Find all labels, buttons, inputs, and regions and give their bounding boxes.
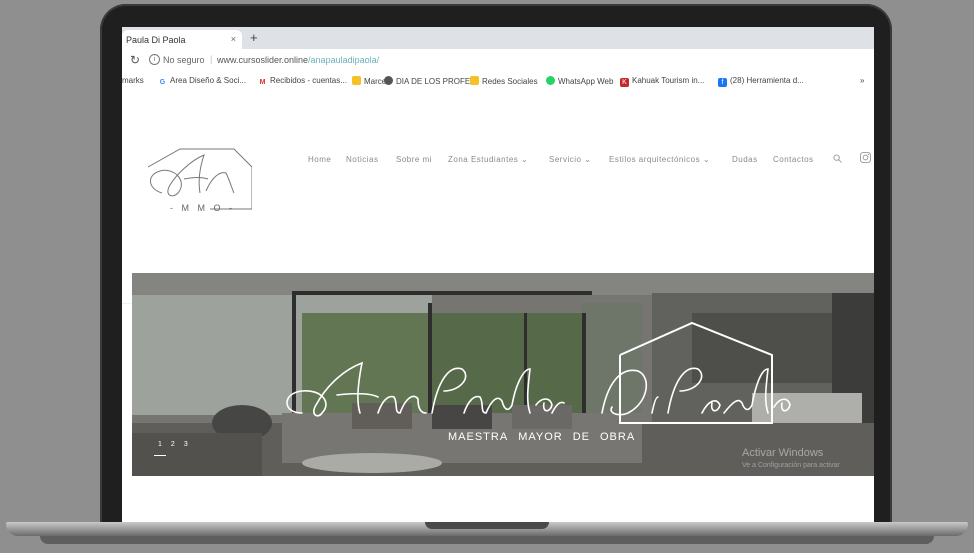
url-domain: www.cursoslider.online bbox=[217, 55, 309, 65]
nav-dudas[interactable]: Dudas bbox=[732, 155, 758, 164]
bookmark-item[interactable]: f (28) Herramienta d... bbox=[718, 76, 804, 87]
laptop-screen: Paula Di Paola × + ↻ i No seguro | www.c… bbox=[122, 27, 874, 522]
instagram-icon[interactable] bbox=[860, 152, 871, 163]
hero-subtitle-word: DE bbox=[572, 431, 590, 443]
site-header: - M M O - Home Noticias Sobre mi Zona Es… bbox=[122, 91, 874, 304]
whatsapp-icon bbox=[546, 76, 555, 85]
bookmark-item[interactable]: G Area Diseño & Soci... bbox=[158, 76, 246, 87]
folder-icon bbox=[352, 76, 361, 85]
tab-title: Paula Di Paola bbox=[126, 35, 186, 45]
hero-subtitle-word: MAESTRA bbox=[448, 431, 509, 443]
nav-contactos[interactable]: Contactos bbox=[773, 155, 814, 164]
info-icon[interactable]: i bbox=[149, 54, 160, 65]
hero-subtitle: MAESTRA MAYOR DE OBRA bbox=[448, 431, 645, 443]
bookmark-item[interactable]: K Kahuak Tourism in... bbox=[620, 76, 704, 87]
hero-subtitle-word: OBRA bbox=[600, 431, 636, 443]
laptop-shadow bbox=[40, 536, 934, 544]
nav-zona-estudiantes[interactable]: Zona Estudiantes ⌄ bbox=[448, 155, 528, 164]
slide-dot[interactable]: 2 bbox=[171, 441, 175, 448]
bookmark-item[interactable]: Marce bbox=[352, 76, 386, 86]
nav-estilos-arquitectonicos[interactable]: Estilos arquitectónicos ⌄ bbox=[609, 155, 710, 164]
laptop-notch bbox=[425, 522, 549, 529]
url-input[interactable]: www.cursoslider.online/anapauladipaola/ bbox=[217, 55, 379, 65]
gmail-icon: M bbox=[259, 79, 266, 86]
bookmark-item[interactable]: WhatsApp Web bbox=[546, 76, 613, 86]
bookmarks-bar: marks G Area Diseño & Soci... M Recibidos … bbox=[122, 71, 874, 92]
page-content-below bbox=[122, 476, 874, 522]
globe-icon bbox=[384, 76, 393, 85]
browser-tab[interactable]: Paula Di Paola × bbox=[122, 30, 242, 49]
hero-subtitle-word: MAYOR bbox=[518, 431, 563, 443]
bookmark-item[interactable]: M Recibidos - cuentas... bbox=[258, 76, 347, 87]
search-icon[interactable] bbox=[833, 154, 842, 163]
active-slide-indicator bbox=[154, 455, 166, 456]
bookmark-item[interactable]: Redes Sociales bbox=[470, 76, 538, 86]
new-tab-button[interactable]: + bbox=[250, 30, 258, 45]
nav-home[interactable]: Home bbox=[308, 155, 331, 164]
security-status[interactable]: No seguro bbox=[163, 55, 205, 65]
facebook-icon: f bbox=[718, 78, 727, 87]
kahuak-icon: K bbox=[620, 78, 629, 87]
windows-activation-watermark: Activar Windows bbox=[742, 447, 824, 459]
nav-sobre-mi[interactable]: Sobre mi bbox=[396, 155, 432, 164]
url-path: /anapauladipaola/ bbox=[308, 55, 380, 65]
more-bookmarks-icon[interactable]: » bbox=[860, 76, 864, 85]
reload-icon[interactable]: ↻ bbox=[130, 53, 140, 67]
hero-slider[interactable]: MAESTRA MAYOR DE OBRA 1 2 3 Activar Windows V… bbox=[132, 273, 874, 476]
nav-noticias[interactable]: Noticias bbox=[346, 155, 378, 164]
nav-servicio[interactable]: Servicio ⌄ bbox=[549, 155, 591, 164]
close-tab-icon[interactable]: × bbox=[231, 34, 236, 44]
hero-background-image bbox=[132, 273, 874, 476]
url-separator: | bbox=[210, 54, 213, 64]
windows-activation-subtext: Ve a Configuración para activar bbox=[742, 462, 840, 469]
slide-dot[interactable]: 1 bbox=[158, 441, 162, 448]
slider-pagination: 1 2 3 bbox=[158, 441, 197, 448]
browser-tab-bar: Paula Di Paola × + bbox=[122, 27, 874, 49]
address-bar: ↻ i No seguro | www.cursoslider.online/a… bbox=[122, 49, 874, 72]
slide-dot[interactable]: 3 bbox=[184, 441, 188, 448]
logo-tagline: - M M O - bbox=[170, 203, 235, 213]
folder-icon bbox=[470, 76, 479, 85]
bookmark-item[interactable]: DIA DE LOS PROFE... bbox=[384, 76, 477, 86]
bookmark-item[interactable]: marks bbox=[122, 76, 144, 85]
google-icon: G bbox=[159, 79, 166, 86]
